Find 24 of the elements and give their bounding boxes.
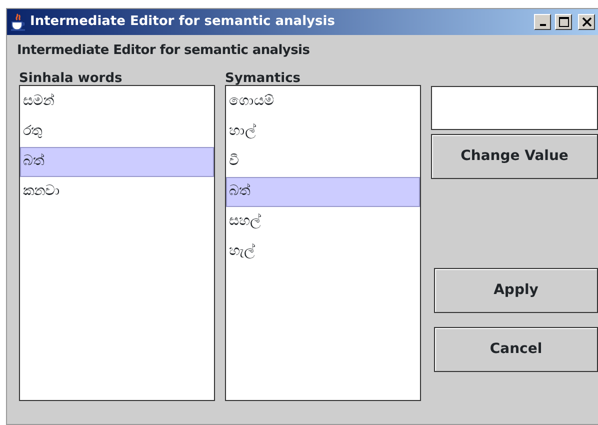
maximize-icon [558,17,568,27]
list-item[interactable]: රතු [20,116,214,146]
window-title: Intermediate Editor for semantic analysis [30,13,336,32]
list-item[interactable]: හැල් [226,236,420,266]
value-field[interactable] [431,86,598,130]
close-icon [582,17,592,27]
list-label: Sinhala words [19,70,124,84]
minimize-button[interactable] [534,14,551,30]
close-button[interactable] [578,14,595,30]
list-item[interactable]: වී [226,146,420,176]
list-item[interactable]: හාල් [226,116,420,146]
maximize-button[interactable] [555,14,572,30]
list-item[interactable]: සමන් [20,86,214,116]
list-item[interactable]: ගොයම් [226,86,420,116]
change-value-button[interactable]: Change Value [431,134,598,178]
apply-button[interactable]: Apply [434,268,598,312]
list-item[interactable]: බත් [226,176,420,206]
list-item[interactable]: බත් [20,146,214,176]
list-item[interactable]: කනවා [20,176,214,206]
cup-icon [10,13,26,31]
heading: Intermediate Editor for semantic analysis [16,42,311,60]
list-label: Symantics [225,70,302,84]
list-item[interactable]: සහල් [226,206,420,236]
cancel-button[interactable]: Cancel [434,326,598,372]
